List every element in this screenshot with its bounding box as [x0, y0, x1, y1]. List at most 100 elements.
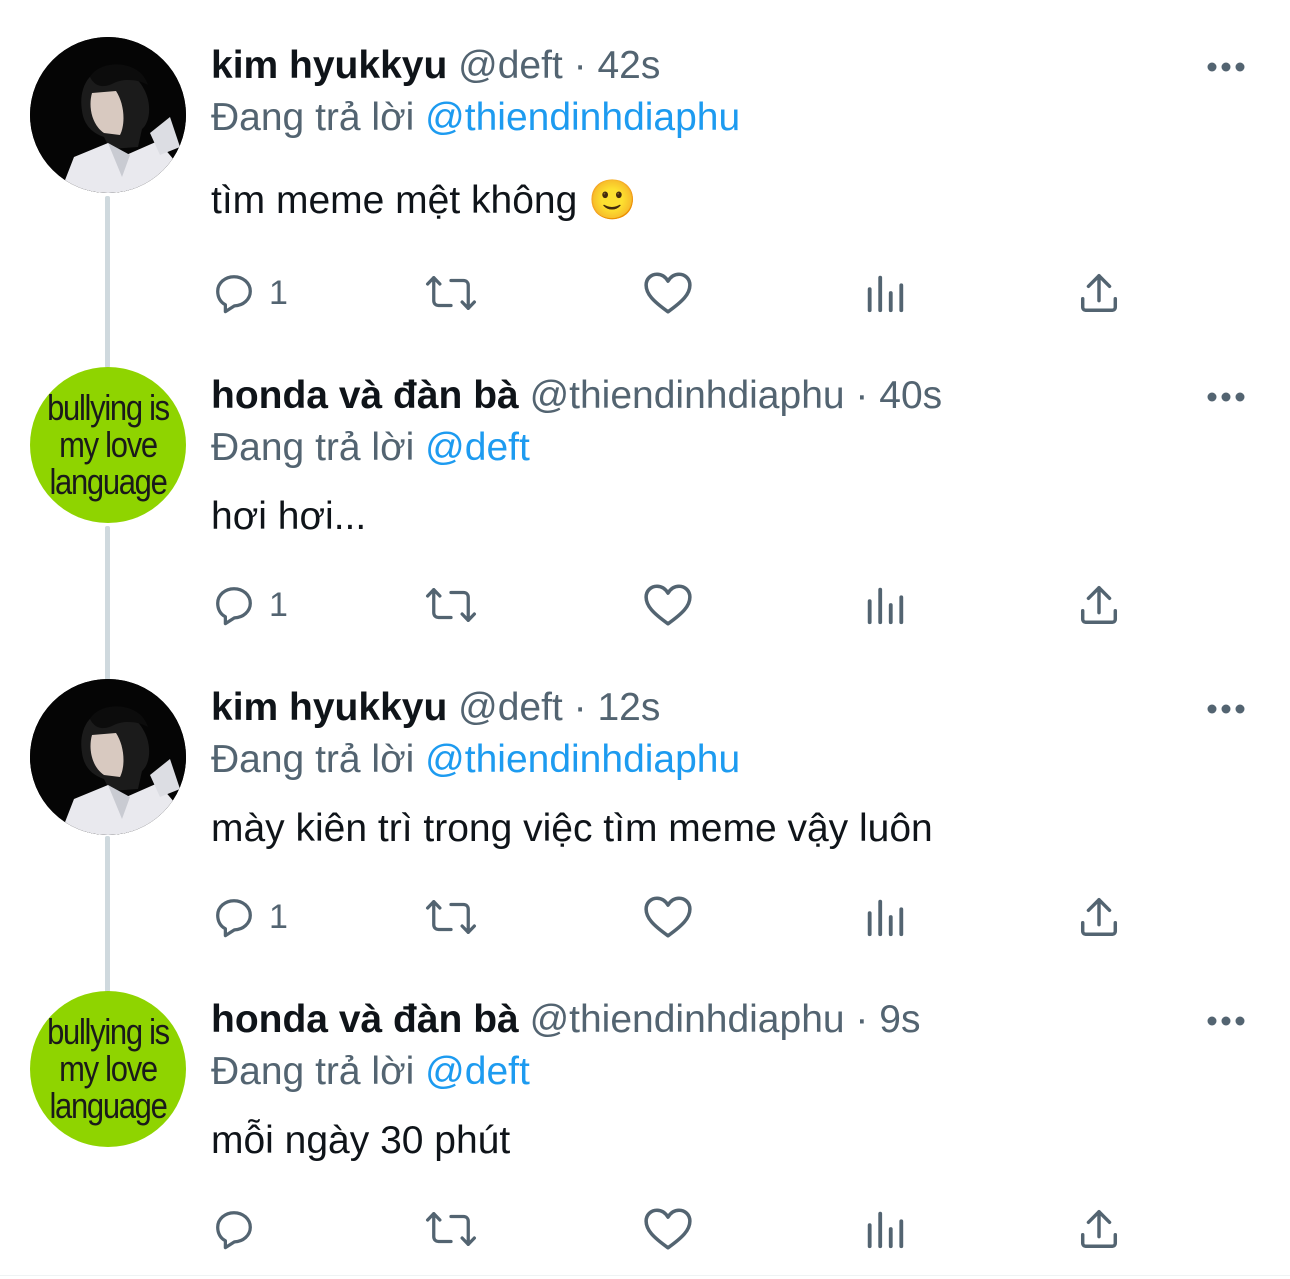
display-name[interactable]: kim hyukkyu — [211, 686, 447, 729]
action-bar — [211, 1204, 1141, 1254]
photo-avatar-image — [30, 679, 186, 835]
more-button[interactable] — [1206, 390, 1246, 402]
like-icon — [644, 1208, 692, 1250]
tweet-text: hơi hơi... — [211, 495, 367, 538]
user-handle[interactable]: @deft — [458, 686, 563, 729]
replying-to: Đang trả lời @thiendinhdiaphu — [211, 95, 740, 141]
more-icon — [1207, 704, 1245, 714]
timestamp[interactable]: 40s — [879, 374, 942, 417]
reply-count: 1 — [269, 274, 288, 312]
views-icon — [867, 275, 904, 313]
like-button[interactable] — [643, 268, 693, 318]
tweet-header: kim hyukkyu @deft · 42s — [211, 43, 660, 89]
tweet[interactable]: kim hyukkyu @deft · 42s Đang trả lời @th… — [0, 0, 1290, 314]
timestamp[interactable]: 12s — [597, 686, 660, 729]
tweet-text: tìm meme mệt không 🙂 — [211, 179, 637, 222]
display-name[interactable]: kim hyukkyu — [211, 44, 447, 87]
user-handle[interactable]: @deft — [458, 44, 563, 87]
views-button[interactable] — [863, 580, 907, 630]
separator-dot: · — [855, 374, 869, 417]
tweet-text: mày kiên trì trong việc tìm meme vậy luô… — [211, 807, 933, 850]
reply-button[interactable]: 1 — [211, 580, 288, 630]
like-button[interactable] — [643, 580, 693, 630]
like-button[interactable] — [643, 892, 693, 942]
retweet-button[interactable] — [423, 580, 479, 630]
tweet-text: mỗi ngày 30 phút — [211, 1119, 511, 1162]
views-button[interactable] — [863, 892, 907, 942]
mention-link[interactable]: @thiendinhdiaphu — [425, 738, 740, 781]
user-handle[interactable]: @thiendinhdiaphu — [530, 998, 845, 1041]
divider — [0, 1275, 1290, 1276]
photo-avatar-image — [30, 37, 186, 193]
views-button[interactable] — [863, 1204, 907, 1254]
mention-link[interactable]: @deft — [425, 426, 530, 469]
replying-prefix: Đang trả lời — [211, 426, 415, 469]
mention-link[interactable]: @deft — [425, 1050, 530, 1093]
display-name[interactable]: honda và đàn bà — [211, 374, 519, 417]
replying-prefix: Đang trả lời — [211, 738, 415, 781]
action-bar: 1 — [211, 580, 1141, 630]
like-icon — [644, 272, 692, 314]
tweet-header: honda và đàn bà @thiendinhdiaphu · 40s — [211, 373, 942, 419]
like-icon — [644, 896, 692, 938]
reply-icon — [216, 1211, 252, 1250]
share-icon — [1080, 898, 1118, 936]
action-bar: 1 — [211, 268, 1141, 318]
reply-count: 1 — [269, 586, 288, 624]
timestamp[interactable]: 42s — [597, 44, 660, 87]
replying-to: Đang trả lời @deft — [211, 425, 530, 471]
separator-dot: · — [573, 686, 587, 729]
action-bar: 1 — [211, 892, 1141, 942]
avatar[interactable]: bullying is my love language — [30, 367, 186, 523]
reply-icon — [216, 275, 252, 314]
views-icon — [867, 587, 904, 625]
display-name[interactable]: honda và đàn bà — [211, 998, 519, 1041]
share-button[interactable] — [1077, 580, 1121, 630]
share-button[interactable] — [1077, 1204, 1121, 1254]
separator-dot: · — [855, 998, 869, 1041]
reply-button[interactable]: 1 — [211, 892, 288, 942]
tweet[interactable]: kim hyukkyu @deft · 12s Đang trả lời @th… — [0, 642, 1290, 954]
green-meme-avatar: bullying is my love language — [47, 387, 170, 502]
reply-button[interactable]: 1 — [211, 268, 288, 318]
more-button[interactable] — [1206, 1014, 1246, 1026]
retweet-icon — [425, 900, 477, 934]
reply-icon — [216, 899, 252, 938]
green-meme-avatar: bullying is my love language — [47, 1011, 170, 1126]
like-icon — [644, 584, 692, 626]
tweet-header: kim hyukkyu @deft · 12s — [211, 685, 660, 731]
share-icon — [1080, 274, 1118, 312]
views-icon — [867, 1211, 904, 1249]
retweet-icon — [425, 588, 477, 622]
views-button[interactable] — [863, 268, 907, 318]
retweet-button[interactable] — [423, 892, 479, 942]
more-icon — [1207, 1016, 1245, 1026]
user-handle[interactable]: @thiendinhdiaphu — [530, 374, 845, 417]
replying-to: Đang trả lời @thiendinhdiaphu — [211, 737, 740, 783]
retweet-icon — [425, 1212, 477, 1246]
avatar[interactable] — [30, 37, 186, 193]
share-button[interactable] — [1077, 892, 1121, 942]
replying-to: Đang trả lời @deft — [211, 1049, 530, 1095]
share-icon — [1080, 1210, 1118, 1248]
retweet-icon — [425, 276, 477, 310]
avatar[interactable]: bullying is my love language — [30, 991, 186, 1147]
retweet-button[interactable] — [423, 1204, 479, 1254]
tweet[interactable]: bullying is my love language honda và đà… — [0, 330, 1290, 642]
like-button[interactable] — [643, 1204, 693, 1254]
views-icon — [867, 899, 904, 937]
reply-icon — [216, 587, 252, 626]
reply-count: 1 — [269, 898, 288, 936]
reply-button[interactable] — [211, 1204, 269, 1254]
mention-link[interactable]: @thiendinhdiaphu — [425, 96, 740, 139]
share-button[interactable] — [1077, 268, 1121, 318]
timestamp[interactable]: 9s — [879, 998, 920, 1041]
more-button[interactable] — [1206, 60, 1246, 72]
more-button[interactable] — [1206, 702, 1246, 714]
replying-prefix: Đang trả lời — [211, 1050, 415, 1093]
tweet-header: honda và đàn bà @thiendinhdiaphu · 9s — [211, 997, 920, 1043]
retweet-button[interactable] — [423, 268, 479, 318]
tweet[interactable]: bullying is my love language honda và đà… — [0, 954, 1290, 1266]
more-icon — [1207, 62, 1245, 72]
avatar[interactable] — [30, 679, 186, 835]
